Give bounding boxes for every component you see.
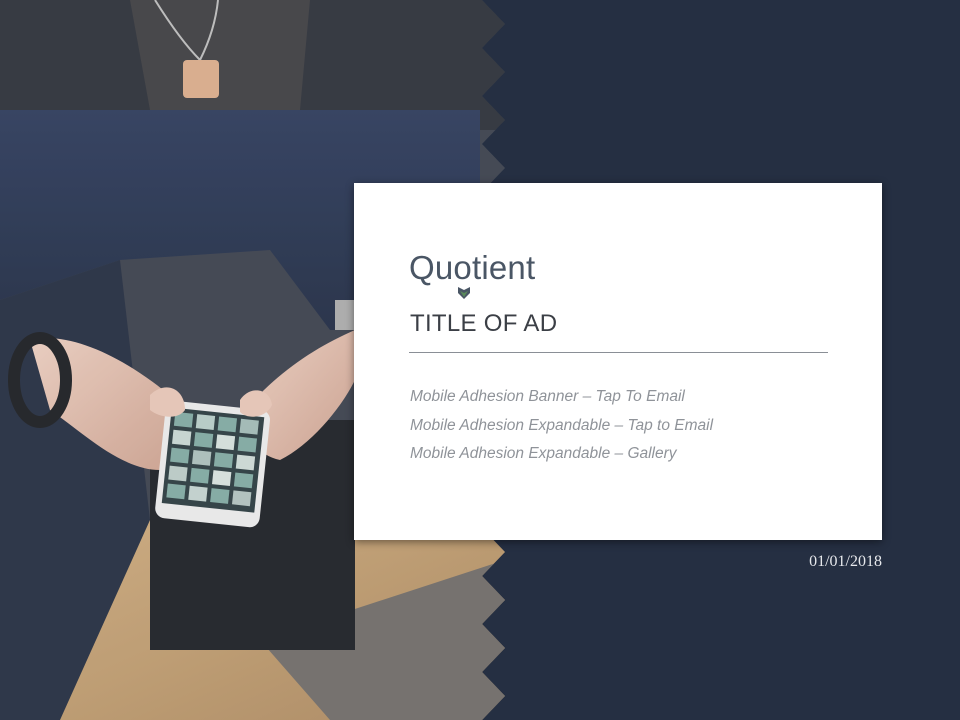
title-card: Quotient TITLE OF AD Mobile Adhesion Ban… <box>354 183 882 540</box>
ad-title: TITLE OF AD <box>410 310 558 337</box>
company-logo: Quotient <box>409 249 536 286</box>
title-divider <box>409 352 828 353</box>
list-item: Mobile Adhesion Expandable – Gallery <box>410 445 677 462</box>
ad-format-list: Mobile Adhesion Banner – Tap To Email Mo… <box>410 383 713 469</box>
list-item: Mobile Adhesion Expandable – Tap to Emai… <box>410 416 714 434</box>
shield-check-icon <box>458 287 470 299</box>
list-item: Mobile Adhesion Banner – Tap To Email <box>410 388 685 405</box>
slide-date: 01/01/2018 <box>809 553 882 570</box>
slide: Quotient TITLE OF AD Mobile Adhesion Ban… <box>0 0 960 720</box>
